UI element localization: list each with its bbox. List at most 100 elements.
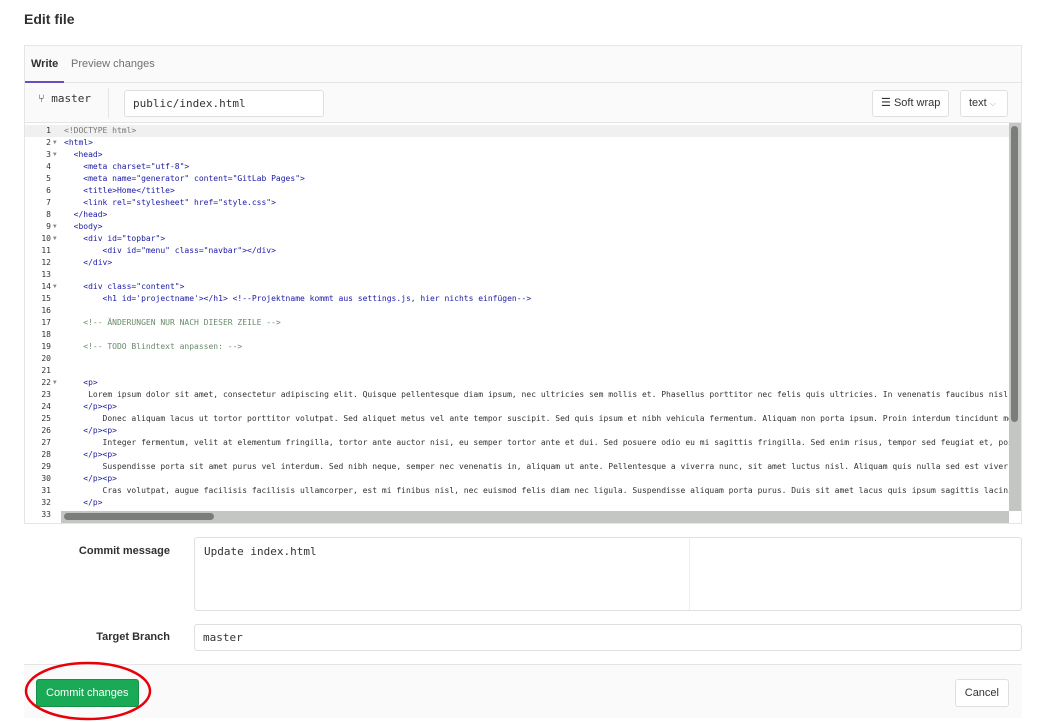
file-path-input[interactable]: public/index.html xyxy=(124,90,324,117)
branch-indicator: ⑂ master xyxy=(38,92,91,105)
fold-icon[interactable]: ▼ xyxy=(53,137,57,149)
target-branch-label: Target Branch xyxy=(96,631,170,643)
code-line: 4 <meta charset="utf-8"> xyxy=(25,161,1010,173)
line-text: </p><p> xyxy=(64,426,117,435)
line-text: </p><p> xyxy=(64,450,117,459)
code-line: 11 <div id="menu" class="navbar"></div> xyxy=(25,245,1010,257)
code-line: 9 ▼ <body> xyxy=(25,221,1010,233)
line-text: Integer fermentum, velit at elementum fr… xyxy=(64,438,1013,447)
code-line: 19 <!-- TODO Blindtext anpassen: --> xyxy=(25,341,1010,353)
code-line: 24 </p><p> xyxy=(25,401,1010,413)
code-line: 10 ▼ <div id="topbar"> xyxy=(25,233,1010,245)
line-number: 32 xyxy=(41,498,51,507)
scroll-thumb[interactable] xyxy=(64,513,214,520)
line-text: <body> xyxy=(64,222,103,231)
line-text: <head> xyxy=(64,150,103,159)
line-text: <div class="content"> xyxy=(64,282,185,291)
line-text: <!-- TODO Blindtext anpassen: --> xyxy=(64,342,243,351)
scroll-thumb[interactable] xyxy=(1011,126,1018,422)
line-text: <!DOCTYPE html> xyxy=(64,126,137,135)
line-text: <div id="topbar"> xyxy=(64,234,166,243)
code-line: 2 ▼ <html> xyxy=(25,137,1010,149)
line-number: 24 xyxy=(41,402,51,411)
fold-icon[interactable]: ▼ xyxy=(53,233,57,245)
code-line: 1 <!DOCTYPE html> xyxy=(25,125,1010,137)
line-text: <meta charset="utf-8"> xyxy=(64,162,190,171)
line-text: Donec aliquam lacus ut tortor porttitor … xyxy=(64,414,1013,423)
commit-message-value: Update index.html xyxy=(204,545,317,558)
divider xyxy=(689,538,690,610)
commit-changes-button[interactable]: Commit changes xyxy=(36,679,139,707)
mode-select[interactable]: text ⌵ xyxy=(960,90,1008,117)
line-text: <!-- ÄNDERUNGEN NUR NACH DIESER ZEILE --… xyxy=(64,318,281,327)
code-line: 22 ▼ <p> xyxy=(25,377,1010,389)
line-number: 23 xyxy=(41,390,51,399)
mode-value: text xyxy=(969,97,987,109)
code-line: 18 xyxy=(25,329,1010,341)
page-title: Edit file xyxy=(24,11,75,27)
line-number: 27 xyxy=(41,438,51,447)
line-text: </p><p> xyxy=(64,402,117,411)
line-text: <html> xyxy=(64,138,93,147)
target-branch-input[interactable]: master xyxy=(194,624,1022,651)
tab-preview-changes[interactable]: Preview changes xyxy=(71,46,155,83)
soft-wrap-label: Soft wrap xyxy=(893,97,941,109)
code-line: 5 <meta name="generator" content="GitLab… xyxy=(25,173,1010,185)
line-number: 20 xyxy=(41,354,51,363)
branch-icon: ⑂ xyxy=(38,92,45,105)
line-text: <meta name="generator" content="GitLab P… xyxy=(64,174,305,183)
line-number: 21 xyxy=(41,366,51,375)
commit-message-label: Commit message xyxy=(78,545,170,557)
line-number: 4 xyxy=(46,162,51,171)
line-number: 18 xyxy=(41,330,51,339)
line-text: </p><p> xyxy=(64,474,117,483)
code-line: 27 Integer fermentum, velit at elementum… xyxy=(25,437,1013,449)
chevron-down-icon: ⌵ xyxy=(989,99,996,108)
code-line: 21 xyxy=(25,365,1010,377)
line-number: 12 xyxy=(41,258,51,267)
line-number: 14 xyxy=(41,282,51,291)
line-text: </head> xyxy=(64,210,108,219)
code-line: 28 </p><p> xyxy=(25,449,1010,461)
vertical-scrollbar[interactable] xyxy=(1009,123,1021,511)
editor-toolbar: ⑂ master public/index.html ☰ Soft wrap t… xyxy=(25,83,1021,123)
form-actions: Commit changes Cancel xyxy=(24,664,1022,718)
horizontal-scrollbar[interactable] xyxy=(61,511,1009,523)
line-number: 31 xyxy=(41,486,51,495)
file-editor: Write Preview changes ⑂ master public/in… xyxy=(24,45,1022,524)
soft-wrap-icon: ☰ xyxy=(881,97,891,109)
code-line: 30 </p><p> xyxy=(25,473,1010,485)
code-line: 29 Suspendisse porta sit amet purus vel … xyxy=(25,461,1012,473)
branch-name: master xyxy=(51,92,91,105)
code-line: 12 </div> xyxy=(25,257,1010,269)
code-line: 25 Donec aliquam lacus ut tortor porttit… xyxy=(25,413,1013,425)
line-number: 11 xyxy=(41,246,51,255)
code-line: 31 Cras volutpat, augue facilisis facili… xyxy=(25,485,1012,497)
fold-icon[interactable]: ▼ xyxy=(53,281,57,293)
code-line: 15 <h1 id='projectname'></h1> <!--Projek… xyxy=(25,293,1010,305)
fold-icon[interactable]: ▼ xyxy=(53,149,57,161)
code-line: 20 xyxy=(25,353,1010,365)
fold-icon[interactable]: ▼ xyxy=(53,377,57,389)
line-text: <div id="menu" class="navbar"></div> xyxy=(64,246,276,255)
code-line: 16 xyxy=(25,305,1010,317)
line-number: 5 xyxy=(46,174,51,183)
commit-message-field[interactable]: Update index.html xyxy=(194,537,1022,611)
cancel-button[interactable]: Cancel xyxy=(954,679,1009,707)
soft-wrap-button[interactable]: ☰ Soft wrap xyxy=(872,90,950,117)
line-number: 9 xyxy=(46,222,51,231)
code-line: 8 </head> xyxy=(25,209,1010,221)
editor-tabs: Write Preview changes xyxy=(25,46,1021,83)
code-line: 32 </p> xyxy=(25,497,1010,509)
code-line: 13 xyxy=(25,269,1010,281)
fold-icon[interactable]: ▼ xyxy=(53,221,57,233)
line-number: 26 xyxy=(41,426,51,435)
code-line: 6 <title>Home</title> xyxy=(25,185,1010,197)
line-number: 33 xyxy=(41,510,51,519)
code-line: 7 <link rel="stylesheet" href="style.css… xyxy=(25,197,1010,209)
code-line: 3 ▼ <head> xyxy=(25,149,1010,161)
line-number: 16 xyxy=(41,306,51,315)
code-area[interactable]: 1 <!DOCTYPE html> 2 ▼ <html> 3 ▼ <head> 4 <meta… xyxy=(25,123,1021,523)
line-text: <title>Home</title> xyxy=(64,186,175,195)
tab-write[interactable]: Write xyxy=(25,46,65,83)
